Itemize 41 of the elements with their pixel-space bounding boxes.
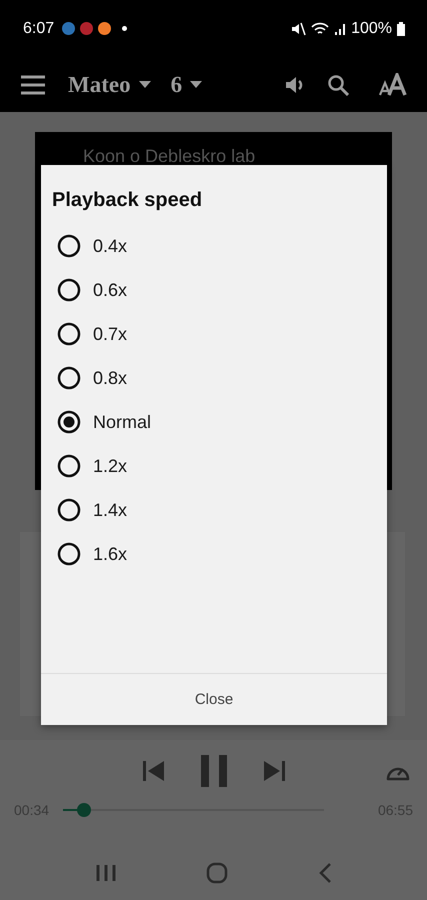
dialog-title: Playback speed (51, 188, 204, 212)
radio-button[interactable] (57, 234, 81, 258)
speed-option[interactable]: 1.6x (57, 532, 128, 576)
radio-button[interactable] (57, 366, 81, 390)
speed-option[interactable]: 1.2x (57, 444, 128, 488)
app-notification-icon (62, 22, 76, 35)
radio-button[interactable] (57, 322, 81, 346)
speed-option[interactable]: 0.7x (57, 312, 128, 356)
radio-button[interactable] (57, 498, 81, 522)
speed-option[interactable]: 1.4x (57, 488, 128, 532)
recent-apps-icon[interactable] (94, 862, 117, 882)
wifi-icon (311, 22, 330, 36)
status-time: 6:07 (23, 20, 54, 38)
search-icon[interactable] (327, 74, 349, 96)
radio-button[interactable] (57, 410, 81, 434)
close-button[interactable]: Close (41, 673, 387, 725)
speed-option[interactable]: 0.8x (57, 356, 128, 400)
pause-icon[interactable] (198, 754, 228, 788)
battery-level: 100% (351, 20, 392, 38)
home-icon[interactable] (206, 862, 228, 884)
app-notification-icon (98, 22, 112, 35)
more-notifications-icon (122, 26, 128, 31)
menu-icon[interactable] (20, 74, 46, 94)
passage-heading: Koon o Debleskro lab (83, 146, 256, 166)
battery-icon (397, 22, 405, 36)
speed-option[interactable]: 0.4x (57, 224, 128, 268)
speed-option[interactable]: 0.6x (57, 268, 128, 312)
speed-option[interactable]: Normal (57, 400, 152, 444)
caret-icon (190, 80, 202, 88)
text-size-icon[interactable] (379, 72, 407, 96)
radio-button[interactable] (57, 278, 81, 302)
chapter-dropdown[interactable]: 6 (170, 72, 202, 98)
mute-icon (290, 22, 306, 36)
radio-button[interactable] (57, 454, 81, 478)
back-icon[interactable] (318, 862, 332, 884)
caret-icon (138, 80, 151, 88)
radio-button[interactable] (57, 542, 81, 566)
book-dropdown[interactable]: Mateo (68, 72, 151, 98)
signal-icon (334, 22, 346, 36)
skip-previous-icon[interactable] (140, 759, 166, 783)
app-notification-icon (80, 22, 94, 35)
